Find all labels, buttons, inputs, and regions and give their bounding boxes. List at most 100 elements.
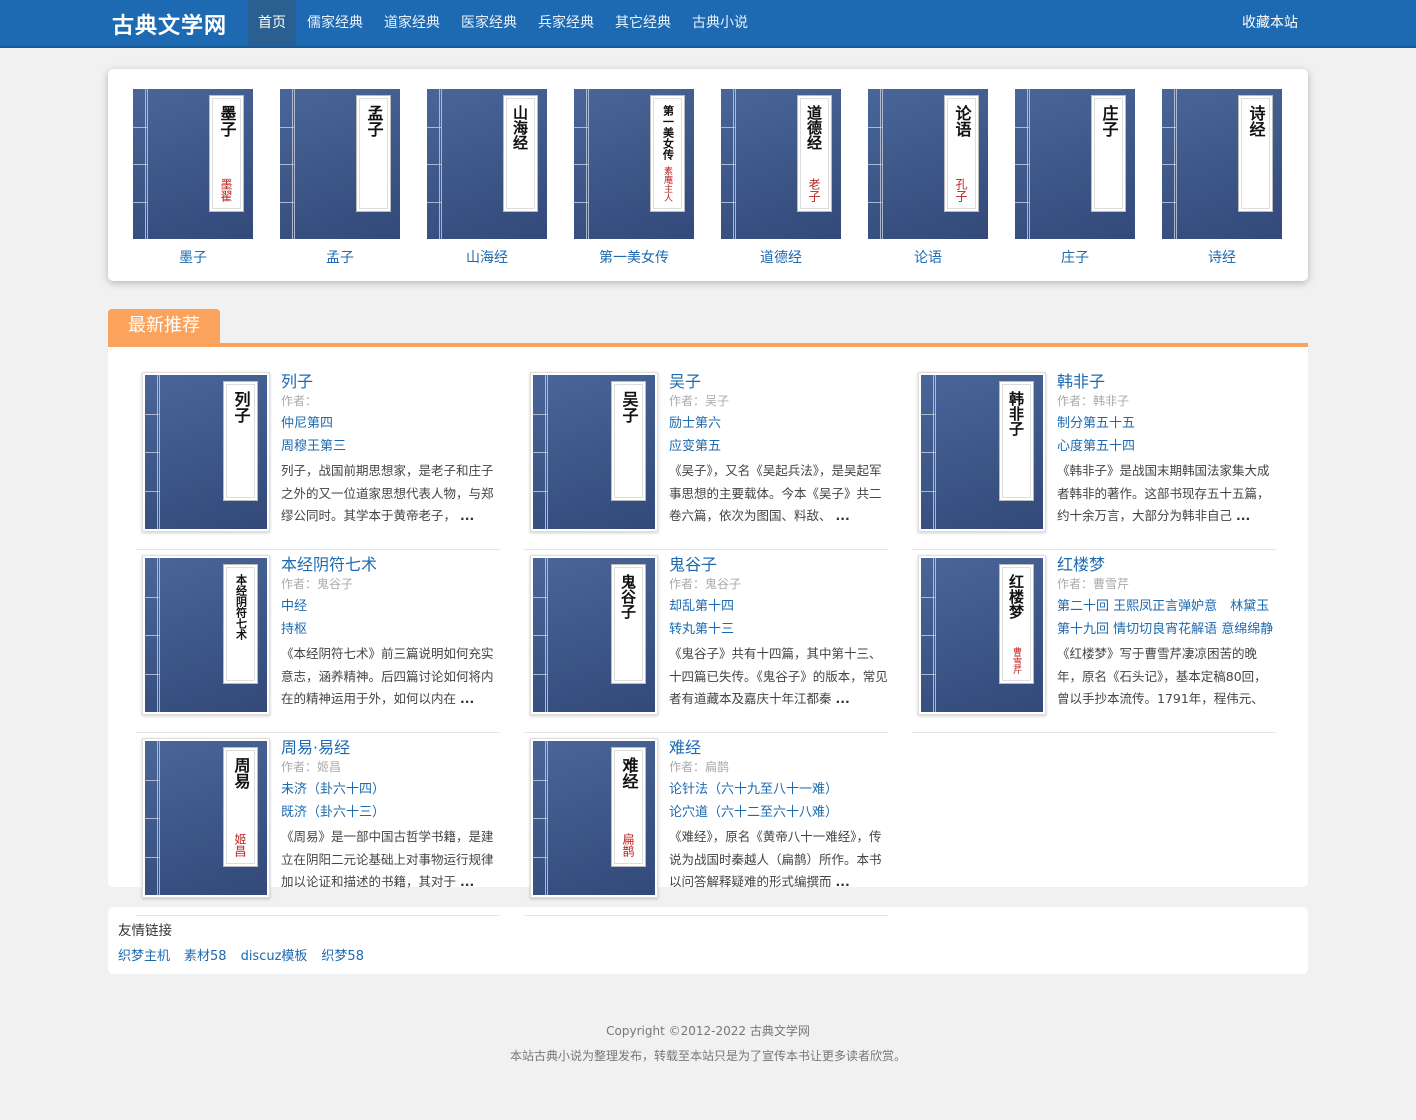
chapter-link[interactable]: 第二十回 王熙凤正言弹妒意 林黛玉 [1057,595,1276,618]
book-cover-image[interactable]: 论语 孔子 [868,89,988,239]
featured-book-title[interactable]: 孟子 [280,247,400,267]
chapter-link[interactable]: 既济（卦六十三） [281,801,500,824]
book-cover-image[interactable]: 周易 姬昌 [145,741,267,895]
recommended-book: 鬼谷子 鬼谷子 作者：鬼谷子 却乱第十四 转丸第十三 《鬼谷子》共有十四篇，其中第十三、十… [524,550,888,733]
chapter-link[interactable]: 持枢 [281,618,500,641]
book-title-link[interactable]: 红楼梦 [1057,551,1276,574]
book-author: 作者：姬昌 [281,760,342,774]
book-cover-image[interactable]: 山海经 [427,89,547,239]
featured-book[interactable]: 山海经 山海经 [427,89,547,267]
book-title-link[interactable]: 吴子 [669,368,888,391]
site-logo[interactable]: 古典文学网 [112,8,227,40]
nav-item-confucian[interactable]: 儒家经典 [297,0,373,46]
recommended-book: 吴子 吴子 作者：吴子 励士第六 应变第五 《吴子》，又名《吴起兵法》，是吴起军事思想的主… [524,367,888,550]
book-title-link[interactable]: 韩非子 [1057,368,1276,391]
book-thumbnail[interactable]: 周易 姬昌 [142,738,270,898]
featured-book-title[interactable]: 墨子 [133,247,253,267]
nav-item-taoist[interactable]: 道家经典 [374,0,450,46]
featured-book-title[interactable]: 道德经 [721,247,841,267]
favorite-site-link[interactable]: 收藏本站 [1242,0,1298,46]
friend-link[interactable]: 织梦58 [321,945,364,964]
book-title-link[interactable]: 难经 [669,734,888,757]
book-description: 《鬼谷子》共有十四篇，其中第十三、十四篇已失传。《鬼谷子》的版本，常见者有道藏本… [669,643,888,711]
chapter-link[interactable]: 应变第五 [669,435,888,458]
nav-item-military[interactable]: 兵家经典 [528,0,604,46]
cover-title-label: 庄子 [1094,98,1123,209]
chapter-link[interactable]: 未济（卦六十四） [281,778,500,801]
book-cover-image[interactable]: 鬼谷子 [533,558,655,712]
chapter-link[interactable]: 制分第五十五 [1057,412,1276,435]
chapter-link[interactable]: 第十九回 情切切良宵花解语 意绵绵静 [1057,618,1276,641]
chapter-link[interactable]: 中经 [281,595,500,618]
nav-item-other[interactable]: 其它经典 [605,0,681,46]
featured-book[interactable]: 孟子 孟子 [280,89,400,267]
read-more-link[interactable]: ... [1236,508,1250,523]
book-cover-image[interactable]: 第一美女传 素庵主人 [574,89,694,239]
book-cover-image[interactable]: 韩非子 [921,375,1043,529]
book-title-link[interactable]: 周易·易经 [281,734,500,757]
recommend-panel: 列子 列子 作者： 仲尼第四 周穆王第三 列子，战国前期思想家，是老子和庄子之外的又一位道… [108,347,1308,916]
featured-book[interactable]: 第一美女传 素庵主人第一美女传 [574,89,694,267]
featured-book-title[interactable]: 山海经 [427,247,547,267]
chapter-link[interactable]: 心度第五十四 [1057,435,1276,458]
book-thumbnail[interactable]: 难经 扁鹊 [530,738,658,898]
top-nav-bar: 古典文学网 首页 儒家经典 道家经典 医家经典 兵家经典 其它经典 古典小说 收… [0,0,1416,48]
chapter-link[interactable]: 仲尼第四 [281,412,500,435]
cover-title-text: 墨子 [217,105,237,137]
featured-book[interactable]: 庄子 庄子 [1015,89,1135,267]
book-thumbnail[interactable]: 吴子 [530,372,658,532]
book-cover-image[interactable]: 本经阴符七术 [145,558,267,712]
chapter-link[interactable]: 却乱第十四 [669,595,888,618]
book-cover-image[interactable]: 庄子 [1015,89,1135,239]
read-more-link[interactable]: ... [460,874,474,889]
chapter-link[interactable]: 励士第六 [669,412,888,435]
book-cover-image[interactable]: 孟子 [280,89,400,239]
book-cover-image[interactable]: 难经 扁鹊 [533,741,655,895]
book-thumbnail[interactable]: 红楼梦 曹雪芹 [918,555,1046,715]
book-cover-image[interactable]: 道德经 老子 [721,89,841,239]
friend-link[interactable]: discuz模板 [241,945,308,964]
cover-title-label: 论语 孔子 [947,98,976,209]
read-more-link[interactable]: ... [836,691,850,706]
friend-link[interactable]: 织梦主机 [118,945,170,964]
book-cover-image[interactable]: 诗经 [1162,89,1282,239]
chapter-link[interactable]: 论穴道（六十二至六十八难） [669,801,888,824]
read-more-link[interactable]: ... [836,508,850,523]
book-title-link[interactable]: 列子 [281,368,500,391]
read-more-link[interactable]: ... [836,874,850,889]
book-thumbnail[interactable]: 列子 [142,372,270,532]
featured-book[interactable]: 论语 孔子论语 [868,89,988,267]
recommend-tab: 最新推荐 [108,309,220,343]
book-thumbnail[interactable]: 鬼谷子 [530,555,658,715]
chapter-link[interactable]: 论针法（六十九至八十一难） [669,778,888,801]
featured-book-title[interactable]: 第一美女传 [574,247,694,267]
book-title-link[interactable]: 本经阴符七术 [281,551,500,574]
featured-book-title[interactable]: 诗经 [1162,247,1282,267]
featured-book[interactable]: 墨子 墨翟 墨子 [133,89,253,267]
book-description: 《红楼梦》写于曹雪芹凄凉困苦的晚年，原名《石头记》，基本定稿80回，曾以手抄本流… [1057,643,1276,711]
featured-book-title[interactable]: 论语 [868,247,988,267]
cover-title-label: 诗经 [1241,98,1270,209]
nav-item-home[interactable]: 首页 [248,0,296,46]
featured-book[interactable]: 诗经 诗经 [1162,89,1282,267]
book-cover-image[interactable]: 红楼梦 曹雪芹 [921,558,1043,712]
book-title-link[interactable]: 鬼谷子 [669,551,888,574]
featured-book[interactable]: 道德经 老子 道德经 [721,89,841,267]
recommended-book: 红楼梦 曹雪芹 红楼梦 作者：曹雪芹 第二十回 王熙凤正言弹妒意 林黛玉 第十九回 情切切… [912,550,1276,733]
description-text: 《红楼梦》写于曹雪芹凄凉困苦的晚年，原名《石头记》，基本定稿80回，曾以手抄本流… [1057,646,1267,706]
read-more-link[interactable]: ... [460,691,474,706]
book-cover-image[interactable]: 吴子 [533,375,655,529]
book-thumbnail[interactable]: 韩非子 [918,372,1046,532]
book-description: 《本经阴符七术》前三篇说明如何充实意志，涵养精神。后四篇讨论如何将内在的精神运用… [281,643,500,711]
book-cover-image[interactable]: 列子 [145,375,267,529]
read-more-link[interactable]: ... [460,508,474,523]
featured-book-title[interactable]: 庄子 [1015,247,1135,267]
chapter-link[interactable]: 转丸第十三 [669,618,888,641]
nav-item-medical[interactable]: 医家经典 [451,0,527,46]
book-thumbnail[interactable]: 本经阴符七术 [142,555,270,715]
friend-link[interactable]: 素材58 [184,945,227,964]
chapter-link[interactable]: 周穆王第三 [281,435,500,458]
cover-author-text: 孔子 [954,178,968,202]
book-cover-image[interactable]: 墨子 墨翟 [133,89,253,239]
nav-item-novels[interactable]: 古典小说 [682,0,758,46]
